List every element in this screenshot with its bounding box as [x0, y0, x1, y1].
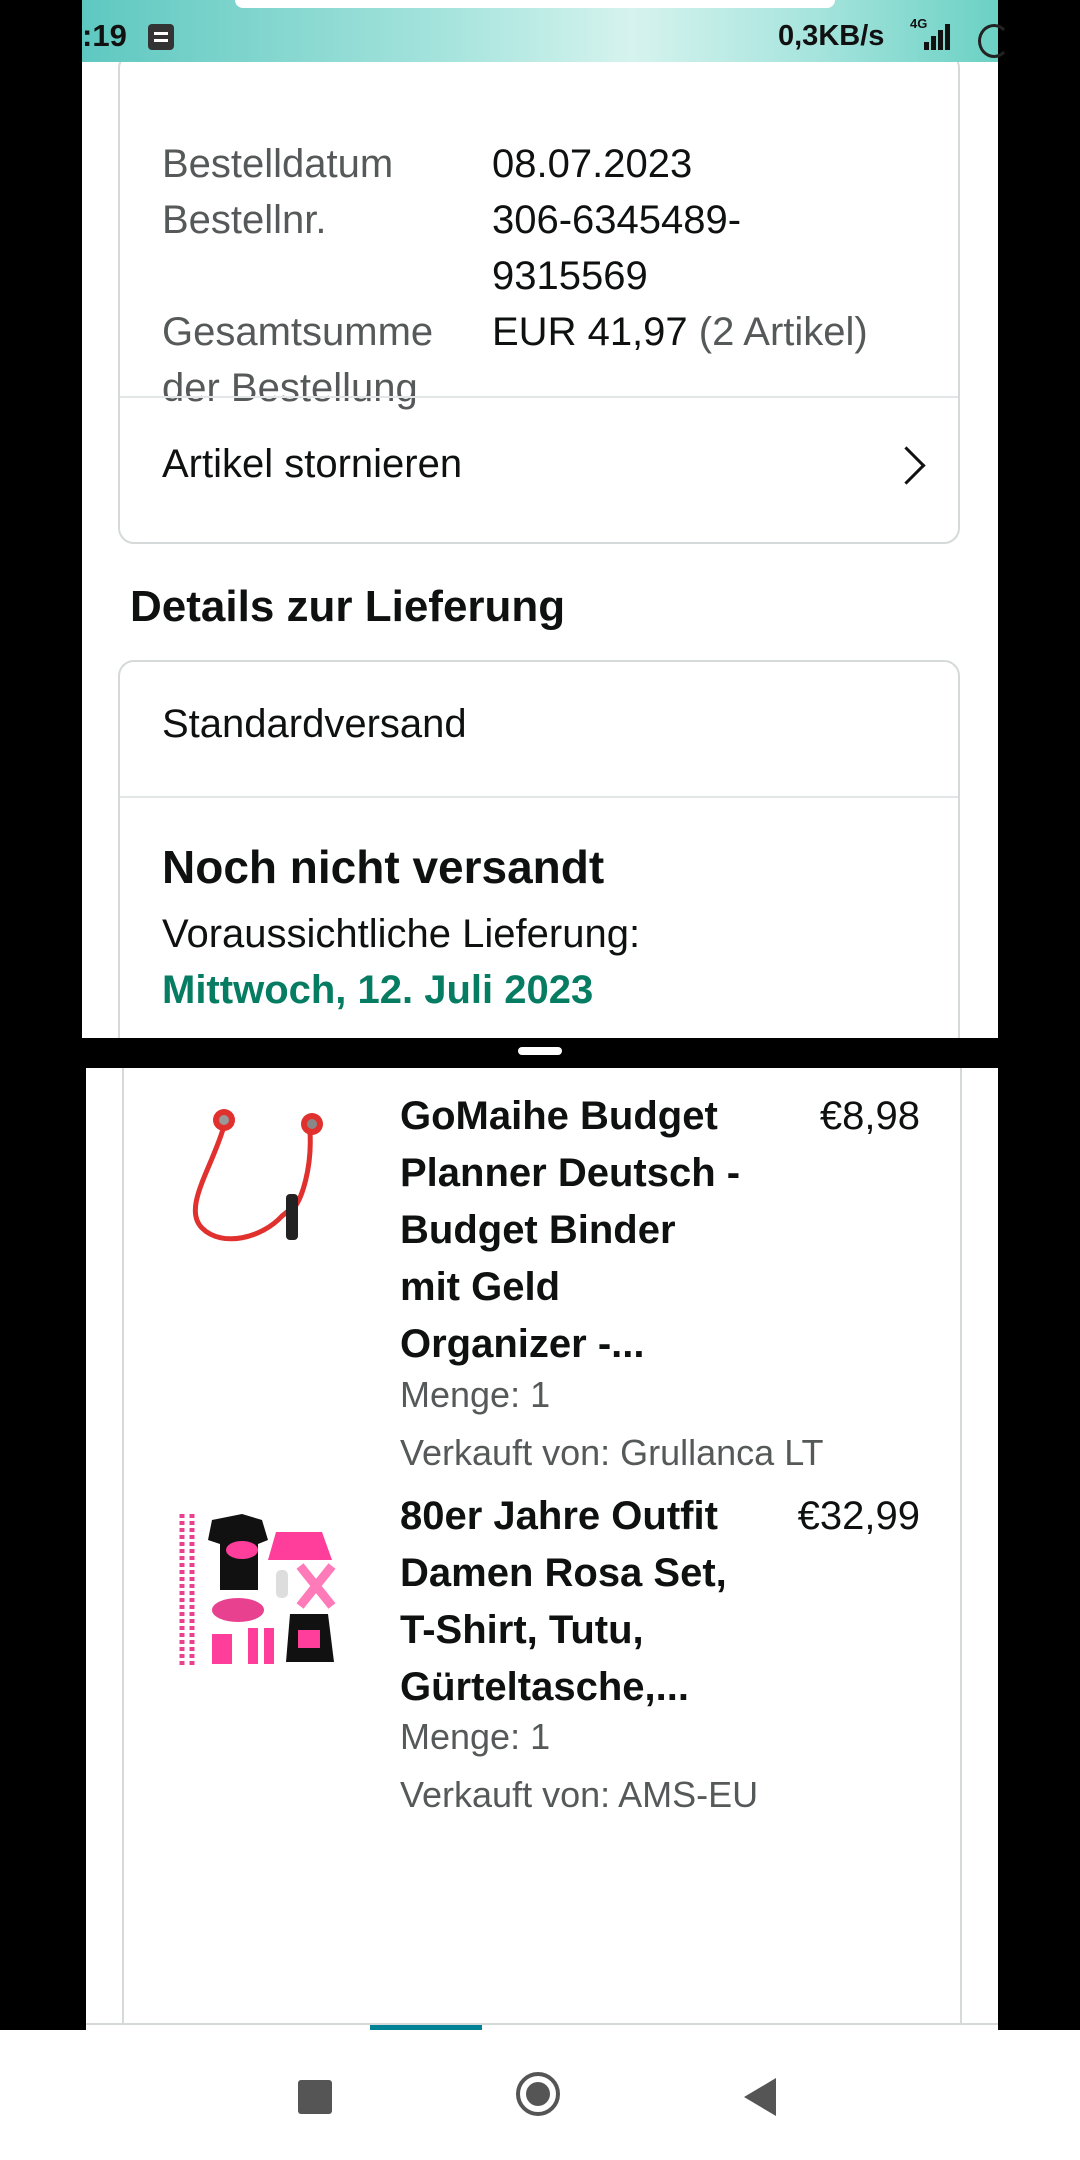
- order-info-card: Bestelldatum 08.07.2023 Bestellnr. 306-6…: [118, 62, 960, 544]
- order-total-value: EUR 41,97 (2 Artikel): [492, 304, 868, 360]
- items-card: GoMaihe Budget Planner Deutsch - Budget …: [122, 1068, 962, 2030]
- notification-icon: [148, 24, 174, 50]
- item-price: €8,98: [819, 1094, 920, 1138]
- order-total-amount: EUR 41,97: [492, 310, 688, 354]
- item-title[interactable]: GoMaihe Budget Planner Deutsch - Budget …: [400, 1088, 760, 1373]
- chevron-right-icon: [887, 446, 926, 485]
- order-date-label: Bestelldatum: [162, 142, 394, 186]
- delivery-section-title: Details zur Lieferung: [130, 582, 566, 631]
- order-number-value-1: 306-6345489-: [492, 198, 742, 242]
- order-date-value: 08.07.2023: [492, 142, 693, 186]
- system-nav-bar: [0, 2030, 1080, 2160]
- order-total-items: (2 Artikel): [698, 310, 868, 354]
- delivery-card: Standardversand Noch nicht versandt Vora…: [118, 660, 960, 1038]
- item-seller: Verkauft von: Grullanca LT: [400, 1432, 824, 1473]
- item-quantity: Menge: 1: [400, 1374, 551, 1415]
- bottom-tab-bar: [86, 2023, 998, 2030]
- divider: [120, 796, 958, 798]
- back-icon[interactable]: [744, 2078, 776, 2116]
- home-icon[interactable]: [516, 2072, 560, 2116]
- order-summary-pane[interactable]: Bestelldatum 08.07.2023 Bestellnr. 306-6…: [82, 62, 998, 1038]
- network-speed: 0,3KB/s: [778, 20, 885, 52]
- order-number-label: Bestellnr.: [162, 198, 327, 242]
- cancel-items-button[interactable]: Artikel stornieren: [120, 398, 958, 544]
- item-seller: Verkauft von: AMS-EU: [400, 1774, 759, 1815]
- split-screen-handle[interactable]: [518, 1047, 562, 1055]
- item-price: €32,99: [797, 1494, 920, 1538]
- item-quantity: Menge: 1: [400, 1716, 551, 1757]
- status-time: :19: [82, 18, 127, 53]
- order-total-label-1: Gesamtsumme: [162, 310, 434, 354]
- recent-apps-icon[interactable]: [298, 2080, 332, 2114]
- network-type: 4G: [910, 16, 928, 31]
- shipping-method: Standardversand: [162, 702, 467, 746]
- expected-delivery-label: Voraussichtliche Lieferung:: [162, 912, 641, 956]
- order-number-value-2: 9315569: [492, 254, 648, 298]
- shipping-status: Noch nicht versandt: [162, 841, 605, 893]
- red-earphones-image[interactable]: [172, 1098, 348, 1258]
- item-title[interactable]: 80er Jahre Outfit Damen Rosa Set, T-Shir…: [400, 1488, 760, 1716]
- signal-icon: 4G: [910, 16, 950, 54]
- top-overlay-bar: [235, 0, 835, 8]
- pink-outfit-set-image[interactable]: [172, 1510, 348, 1670]
- battery-icon: [978, 24, 1010, 58]
- expected-delivery-date: Mittwoch, 12. Juli 2023: [162, 968, 594, 1012]
- order-items-pane[interactable]: GoMaihe Budget Planner Deutsch - Budget …: [86, 1068, 998, 2030]
- cancel-items-label: Artikel stornieren: [162, 442, 463, 486]
